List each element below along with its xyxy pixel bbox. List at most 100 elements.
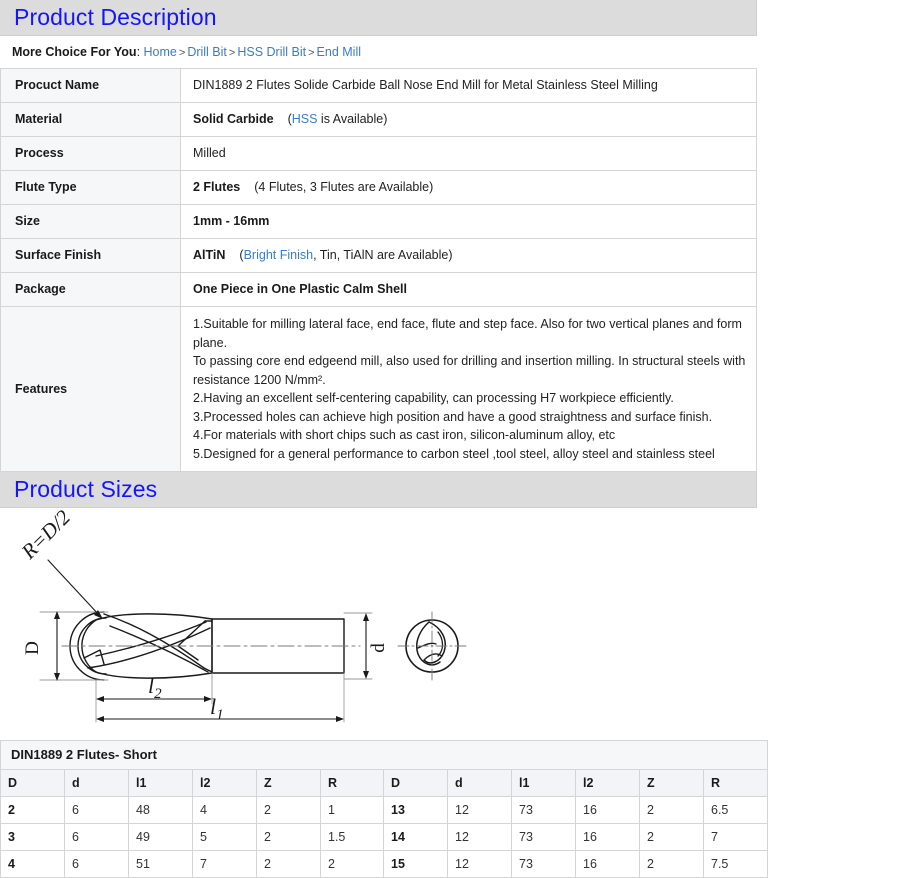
spec-text: DIN1889 2 Flutes Solide Carbide Ball Nos…	[193, 78, 658, 92]
spec-label-features: Features	[0, 306, 181, 472]
spec-note-accent[interactable]: Bright Finish	[244, 248, 313, 262]
cell-l1: 48	[128, 796, 193, 824]
cell-l2: 7	[192, 850, 257, 878]
cell-z: 2	[256, 850, 321, 878]
cell-z: 2	[639, 823, 704, 851]
table-row: Process Milled	[0, 136, 757, 171]
cell-r: 1.5	[320, 823, 384, 851]
column-header-z2: Z	[639, 769, 704, 797]
spec-value-surface-finish: AlTiN (Bright Finish, Tin, TiAlN are Avai…	[180, 238, 757, 273]
table-row: Surface Finish AlTiN (Bright Finish, Tin,…	[0, 238, 757, 273]
cell-l1: 49	[128, 823, 193, 851]
feature-line: To passing core end edgeend mill, also u…	[193, 354, 746, 368]
table-row: Flute Type 2 Flutes (4 Flutes, 3 Flutes a…	[0, 170, 757, 205]
cell-d: 4	[0, 850, 65, 878]
spec-label-size: Size	[0, 204, 181, 239]
breadcrumb-label: More Choice For You	[12, 45, 137, 59]
cell-r: 1	[320, 796, 384, 824]
table-row: Package One Piece in One Plastic Calm Sh…	[0, 272, 757, 307]
cell-d-small: 6	[64, 823, 129, 851]
dimension-table-caption: DIN1889 2 Flutes- Short	[0, 740, 768, 770]
product-description-page: Product Description More Choice For You:…	[0, 0, 909, 878]
feature-line: 4.For materials with short chips such as…	[193, 428, 616, 442]
spec-text: Milled	[193, 146, 226, 160]
spec-value-features: 1.Suitable for milling lateral face, end…	[180, 306, 757, 472]
table-row: Size 1mm - 16mm	[0, 204, 757, 239]
end-mill-drawing-svg: R=D/2 D d l2 l1	[16, 508, 467, 723]
end-mill-technical-drawing: R=D/2 D d l2 l1	[0, 508, 757, 740]
spec-value-flute-type: 2 Flutes (4 Flutes, 3 Flutes are Availabl…	[180, 170, 757, 205]
feature-line: 2.Having an excellent self-centering cap…	[193, 391, 674, 405]
cell-l2: 4	[192, 796, 257, 824]
spec-note: (4 Flutes, 3 Flutes are Available)	[254, 180, 434, 194]
cell-l2: 5	[192, 823, 257, 851]
breadcrumb-link-home[interactable]: Home	[144, 45, 177, 59]
spec-text: AlTiN	[193, 248, 226, 262]
breadcrumb-separator: >	[228, 47, 236, 59]
spec-value-product-name: DIN1889 2 Flutes Solide Carbide Ball Nos…	[180, 68, 757, 103]
table-row: 4 6 51 7 2 2 15 12 73 16 2 7.5	[0, 850, 768, 878]
column-header-d1: D	[0, 769, 65, 797]
spec-label-surface-finish: Surface Finish	[0, 238, 181, 273]
spec-text: 2 Flutes	[193, 180, 241, 194]
dimension-table-header-row: D d l1 l2 Z R D d l1 l2 Z R	[0, 769, 768, 797]
breadcrumb-separator: >	[178, 47, 186, 59]
product-sizes-banner: Product Sizes	[0, 472, 757, 508]
spec-note-accent[interactable]: HSS	[292, 112, 318, 126]
feature-line: 1.Suitable for milling lateral face, end…	[193, 317, 742, 350]
cell-r: 2	[320, 850, 384, 878]
spec-value-size: 1mm - 16mm	[180, 204, 757, 239]
cell-z: 2	[639, 796, 704, 824]
cell-l2: 16	[575, 850, 640, 878]
spec-value-package: One Piece in One Plastic Calm Shell	[180, 272, 757, 307]
spec-text: One Piece in One Plastic Calm Shell	[193, 282, 407, 296]
spec-note-open: (	[239, 248, 244, 262]
cell-d-small: 12	[447, 823, 512, 851]
spec-note-rest: , Tin, TiAlN are Available)	[313, 248, 453, 262]
column-header-r2: R	[703, 769, 768, 797]
drawing-label-total-length: l1	[210, 694, 224, 723]
spec-value-process: Milled	[180, 136, 757, 171]
breadcrumb-link-end-mill[interactable]: End Mill	[317, 45, 361, 59]
column-header-d2: D	[383, 769, 448, 797]
spec-text: 1mm - 16mm	[193, 214, 270, 228]
cell-r: 7.5	[703, 850, 768, 878]
table-row: Material Solid Carbide (HSS is Available)	[0, 102, 757, 137]
table-row: 3 6 49 5 2 1.5 14 12 73 16 2 7	[0, 823, 768, 851]
cell-d-small: 6	[64, 850, 129, 878]
feature-line: 3.Processed holes can achieve high posit…	[193, 409, 713, 424]
spec-value-material: Solid Carbide (HSS is Available)	[180, 102, 757, 137]
cell-d-small: 6	[64, 796, 129, 824]
breadcrumb-separator: >	[308, 47, 315, 59]
spec-label-process: Process	[0, 136, 181, 171]
cell-z: 2	[256, 796, 321, 824]
column-header-l1-a: l1	[128, 769, 193, 797]
cell-l1: 73	[511, 796, 576, 824]
cell-d: 2	[0, 796, 65, 824]
feature-line: 5.Designed for a general performance to …	[193, 446, 715, 461]
breadcrumb-link-hss-drill-bit[interactable]: HSS Drill Bit	[237, 45, 306, 59]
cell-d: 14	[383, 823, 448, 851]
breadcrumb-colon: :	[136, 45, 141, 59]
column-header-l2-a: l2	[192, 769, 257, 797]
spec-note-rest: is Available)	[317, 112, 388, 126]
table-row: Procuct Name DIN1889 2 Flutes Solide Car…	[0, 68, 757, 103]
column-header-l1-b: l1	[511, 769, 576, 797]
spec-label-material: Material	[0, 102, 181, 137]
drawing-label-radius: R=D/2	[16, 508, 75, 564]
spec-label-flute-type: Flute Type	[0, 170, 181, 205]
cell-d-small: 12	[447, 796, 512, 824]
column-header-r1: R	[320, 769, 384, 797]
breadcrumb-link-drill-bit[interactable]: Drill Bit	[187, 45, 227, 59]
cell-z: 2	[256, 823, 321, 851]
cell-l1: 73	[511, 850, 576, 878]
drawing-label-shank-diameter: d	[368, 643, 389, 653]
spec-note-open: (	[287, 112, 292, 126]
cell-r: 6.5	[703, 796, 768, 824]
breadcrumb: More Choice For You: Home > Drill Bit > HSS …	[0, 36, 909, 68]
feature-line: resistance 1200 N/mm².	[193, 372, 326, 387]
column-header-l2-b: l2	[575, 769, 640, 797]
column-header-z1: Z	[256, 769, 321, 797]
spec-label-product-name: Procuct Name	[0, 68, 181, 103]
spec-text: Solid Carbide	[193, 112, 274, 126]
